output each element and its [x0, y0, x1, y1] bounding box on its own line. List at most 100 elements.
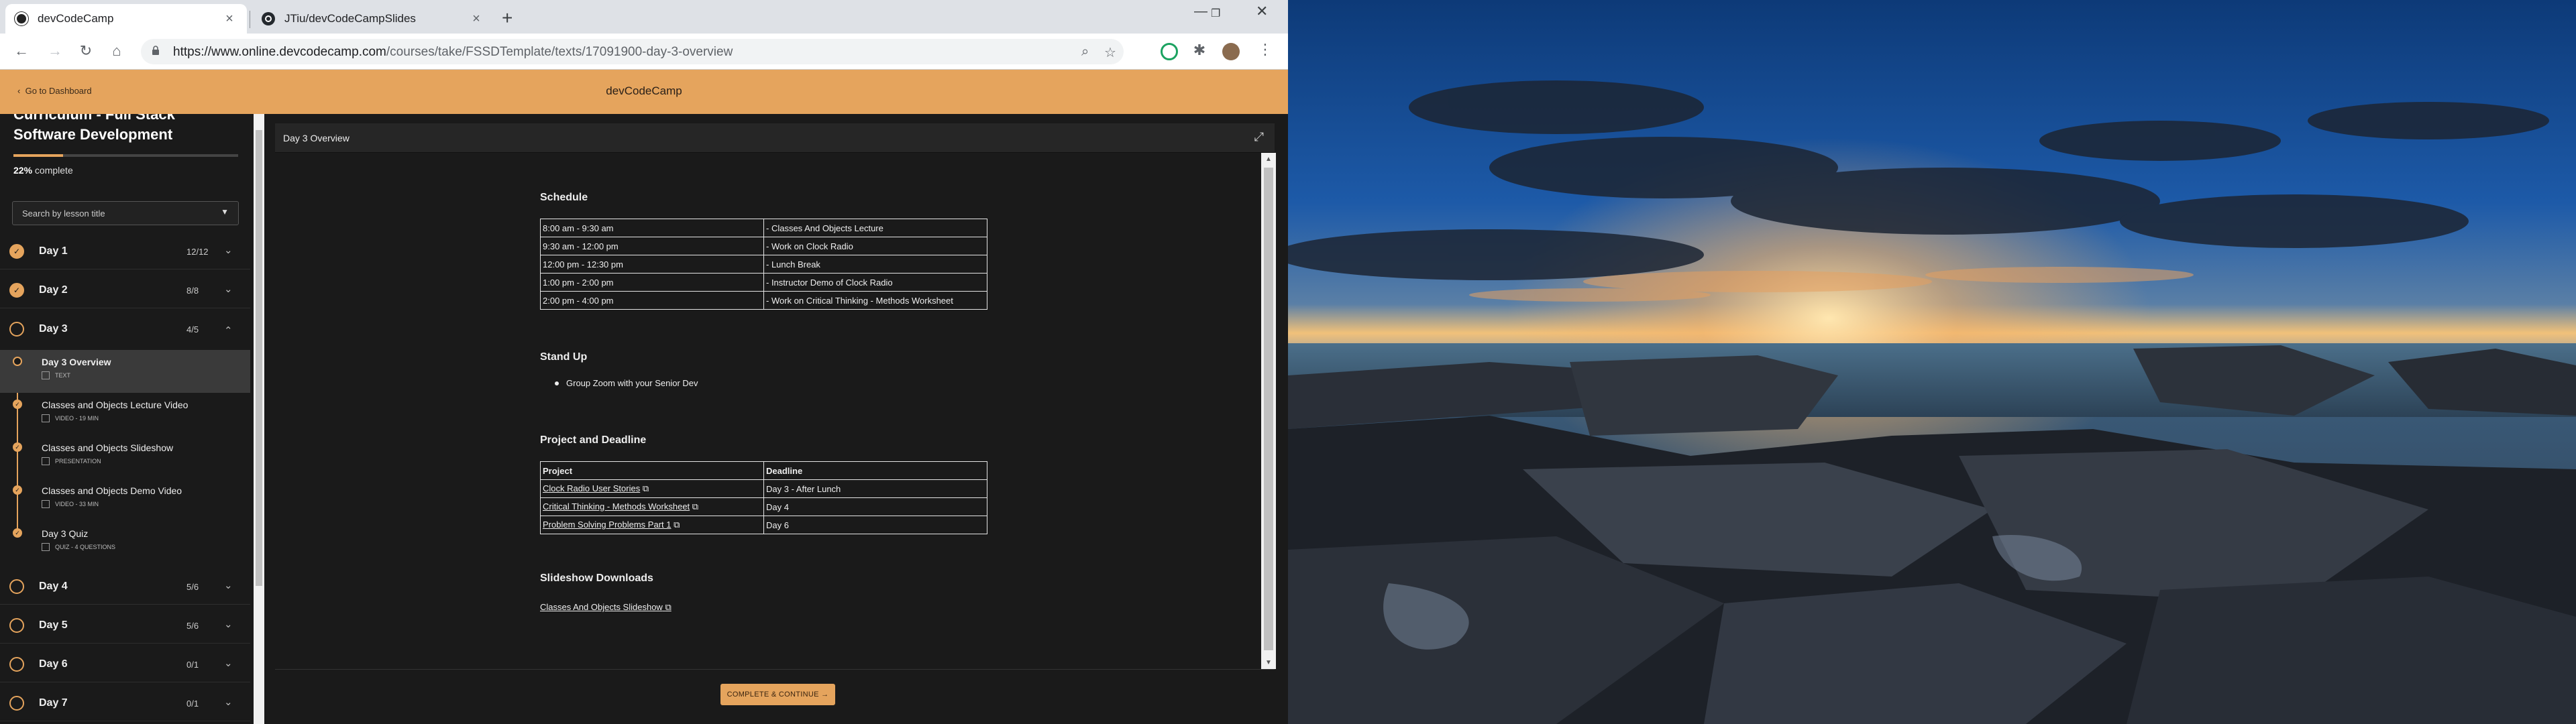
day-count: 4/5	[186, 324, 199, 335]
lesson-meta: PRESENTATION	[42, 457, 101, 465]
project-link[interactable]: Critical Thinking - Methods Worksheet	[543, 501, 690, 511]
current-lesson-dot-icon	[13, 357, 22, 366]
tab-github[interactable]: JTiu/devCodeCampSlides ×	[252, 4, 494, 34]
lesson-meta-text: PRESENTATION	[55, 458, 101, 465]
minimize-icon[interactable]: —	[1194, 4, 1208, 19]
sidebar-scrollbar[interactable]	[254, 114, 264, 724]
standup-heading: Stand Up	[540, 351, 588, 363]
table-cell: - Lunch Break	[763, 255, 987, 274]
lesson-meta-text: VIDEO - 33 MIN	[55, 501, 99, 507]
browser-window: devCodeCamp × JTiu/devCodeCampSlides × +…	[0, 0, 1288, 724]
table-row: 12:00 pm - 12:30 pm - Lunch Break	[540, 255, 987, 274]
profile-avatar[interactable]	[1222, 43, 1240, 60]
video-icon	[42, 414, 50, 422]
back-icon[interactable]: ←	[12, 42, 31, 60]
table-cell: Day 4	[763, 497, 987, 516]
lesson-content-area: Day 3 Overview ⤢ Schedule 8:00 am - 9:30…	[264, 114, 1288, 724]
table-cell: Day 3 - After Lunch	[763, 479, 987, 498]
scrollbar-thumb[interactable]	[1264, 168, 1273, 650]
chevron-down-icon: ⌄	[224, 245, 233, 256]
check-icon: ✓	[13, 485, 22, 495]
lesson-footer: COMPLETE & CONTINUE →	[275, 669, 1275, 724]
lesson-name: Day 3 Overview	[42, 357, 111, 367]
table-cell: Problem Solving Problems Part 1 ⧉	[540, 516, 764, 534]
home-icon[interactable]: ⌂	[107, 42, 126, 60]
lesson-meta: VIDEO - 19 MIN	[42, 414, 99, 422]
close-tab-icon[interactable]: ×	[468, 11, 484, 27]
slideshow-download-link[interactable]: Classes And Objects Slideshow ⧉	[540, 602, 672, 613]
day-count: 5/6	[186, 621, 199, 631]
zoom-icon[interactable]: ⌕	[1081, 44, 1089, 60]
day-3-chapter[interactable]: Day 3 4/5 ⌃	[0, 310, 250, 347]
lesson-meta: TEXT	[42, 371, 70, 379]
day-6-chapter[interactable]: Day 6 0/1 ⌄	[0, 645, 250, 682]
external-link-icon: ⧉	[665, 602, 672, 612]
lesson-name: Day 3 Quiz	[42, 528, 89, 539]
day-label: Day 4	[39, 581, 68, 592]
day-count: 0/1	[186, 660, 199, 670]
downloads-heading: Slideshow Downloads	[540, 572, 653, 584]
video-icon	[42, 500, 50, 508]
extension-green-icon[interactable]	[1161, 43, 1178, 60]
lesson-item-current[interactable]: Day 3 Overview TEXT	[0, 350, 250, 393]
extensions-puzzle-icon[interactable]: ✱	[1190, 42, 1209, 59]
table-row: Critical Thinking - Methods Worksheet ⧉ D…	[540, 497, 987, 516]
table-cell: - Instructor Demo of Clock Radio	[763, 273, 987, 292]
schedule-heading: Schedule	[540, 192, 588, 203]
lesson-name: Classes and Objects Demo Video	[42, 485, 182, 496]
desktop-wallpaper	[1288, 0, 2576, 724]
day-1-chapter[interactable]: ✓ Day 1 12/12 ⌄	[0, 232, 250, 269]
table-cell: 2:00 pm - 4:00 pm	[540, 291, 764, 310]
site-header: ‹ Go to Dashboard devCodeCamp	[0, 70, 1288, 114]
github-icon	[262, 12, 275, 25]
external-link-icon: ⧉	[674, 520, 680, 530]
lesson-name: Classes and Objects Lecture Video	[42, 400, 189, 410]
expand-icon[interactable]: ⤢	[1254, 130, 1264, 144]
day-label: Day 6	[39, 658, 68, 670]
url-field[interactable]: https://www.online.devcodecamp.com/cours…	[141, 39, 1124, 64]
lesson-item[interactable]: ✓ Classes and Objects Slideshow PRESENTA…	[0, 436, 250, 479]
project-link[interactable]: Clock Radio User Stories	[543, 483, 640, 493]
lesson-item[interactable]: ✓ Classes and Objects Demo Video VIDEO -…	[0, 479, 250, 522]
day-7-chapter[interactable]: Day 7 0/1 ⌄	[0, 684, 250, 721]
check-icon: ✓	[13, 400, 22, 409]
progress-suffix: complete	[34, 165, 73, 176]
chrome-menu-icon[interactable]: ⋮	[1256, 41, 1275, 58]
complete-and-continue-button[interactable]: COMPLETE & CONTINUE →	[720, 684, 835, 705]
bookmark-star-icon[interactable]: ☆	[1104, 44, 1116, 61]
close-window-icon[interactable]: ✕	[1256, 3, 1268, 20]
progress-text: 22% complete	[13, 165, 73, 176]
scroll-down-icon[interactable]: ▼	[1265, 659, 1272, 666]
new-tab-icon[interactable]: +	[502, 7, 513, 29]
lesson-item[interactable]: ✓ Classes and Objects Lecture Video VIDE…	[0, 393, 250, 436]
reload-icon[interactable]: ↻	[76, 42, 95, 60]
forward-icon[interactable]: →	[46, 42, 64, 60]
lesson-title: Day 3 Overview	[283, 133, 350, 143]
day-label: Day 3	[39, 323, 68, 335]
content-scrollbar[interactable]: ▲ ▼	[1261, 153, 1276, 669]
table-cell: - Classes And Objects Lecture	[763, 219, 987, 237]
table-cell: Day 6	[763, 516, 987, 534]
search-placeholder: Search by lesson title	[22, 208, 105, 219]
tab-strip: devCodeCamp × JTiu/devCodeCampSlides × +…	[0, 0, 1288, 34]
project-link[interactable]: Problem Solving Problems Part 1	[543, 520, 671, 530]
restore-icon[interactable]: ❐	[1211, 7, 1220, 20]
table-cell: 9:30 am - 12:00 pm	[540, 237, 764, 255]
scrollbar-thumb[interactable]	[256, 130, 262, 586]
tab-devcodecamp[interactable]: devCodeCamp ×	[5, 4, 247, 34]
table-cell: 12:00 pm - 12:30 pm	[540, 255, 764, 274]
lesson-item[interactable]: ✓ Day 3 Quiz QUIZ - 4 QUESTIONS	[0, 522, 250, 564]
day-4-chapter[interactable]: Day 4 5/6 ⌄	[0, 567, 250, 605]
dropdown-caret-icon: ▼	[221, 207, 229, 217]
table-cell: 1:00 pm - 2:00 pm	[540, 273, 764, 292]
progress-value: 22%	[13, 165, 33, 176]
tab-title: JTiu/devCodeCampSlides	[284, 12, 416, 25]
day-2-chapter[interactable]: ✓ Day 2 8/8 ⌄	[0, 271, 250, 308]
close-tab-icon[interactable]: ×	[221, 11, 237, 27]
table-row: Problem Solving Problems Part 1 ⧉ Day 6	[540, 516, 987, 534]
scroll-up-icon[interactable]: ▲	[1265, 156, 1272, 163]
lesson-search-select[interactable]: Search by lesson title ▼	[12, 201, 239, 225]
day-5-chapter[interactable]: Day 5 5/6 ⌄	[0, 606, 250, 644]
url-path: /courses/take/FSSDTemplate/texts/1709190…	[386, 45, 733, 59]
chevron-down-icon: ⌄	[224, 697, 233, 708]
